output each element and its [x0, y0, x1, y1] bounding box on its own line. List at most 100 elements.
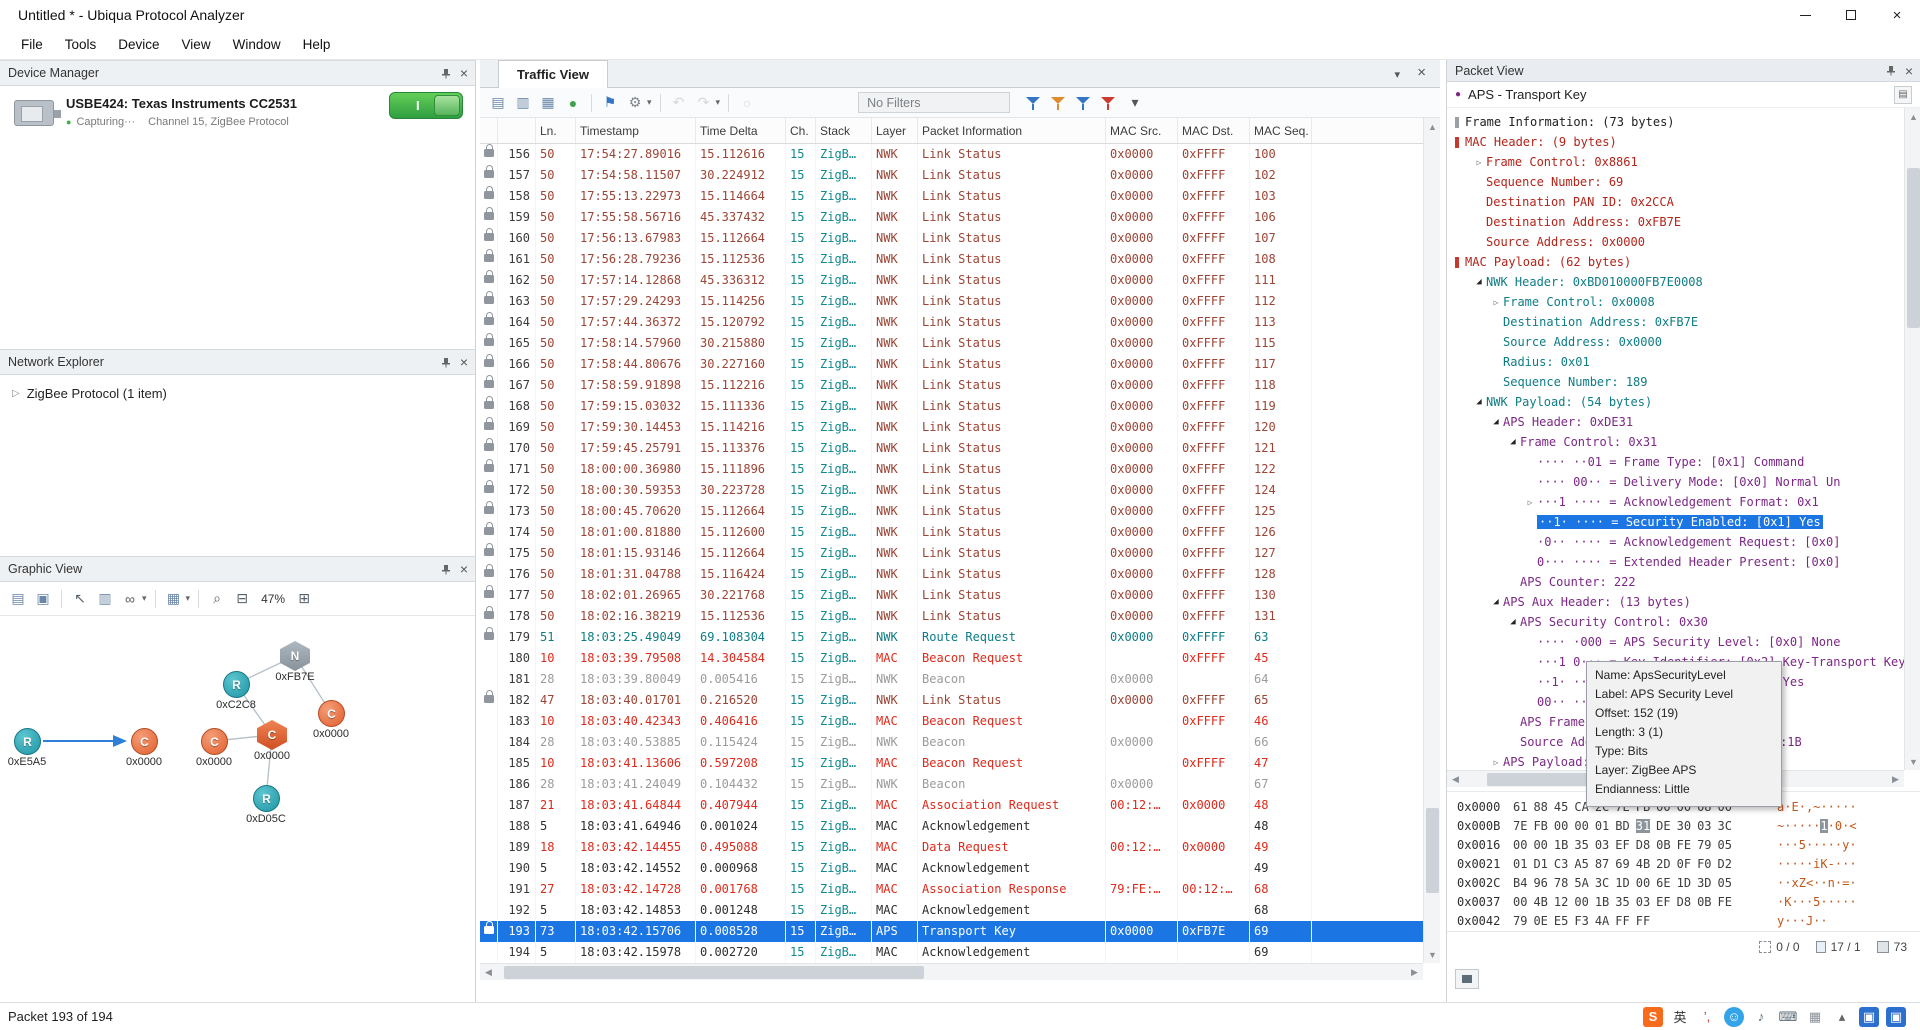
tree-node[interactable]: ···· ·000 = APS Security Level: [0x0] No…	[1447, 632, 1904, 652]
jump-forward-icon-dropdown[interactable]: ▾	[716, 97, 721, 108]
tree-expander-closed[interactable]: ▷	[1472, 158, 1486, 167]
graph-canvas[interactable]: N 0xFB7E R 0xC2C8 C 0x0000 R 0xE5A5 C 0x0000 C 0x00…	[0, 616, 474, 1001]
scroll-left-icon[interactable]: ◀	[480, 964, 497, 981]
packet-row-169[interactable]: 169 50 17:59:30.14453 15.114216 15 ZigB… NWK Li…	[480, 417, 1423, 438]
zoom-tool-icon[interactable]: ⌕	[207, 589, 227, 609]
ime-punctuation-icon[interactable]: ’,	[1697, 1007, 1717, 1027]
tree-expander-open[interactable]: ◢	[1506, 437, 1520, 447]
col-timestamp[interactable]: Timestamp	[576, 118, 696, 143]
tree-expander-closed[interactable]: ▷	[1489, 758, 1503, 767]
col-layer[interactable]: Layer	[872, 118, 918, 143]
ime-toolbox-icon[interactable]: ▦	[1805, 1007, 1825, 1027]
packet-row-173[interactable]: 173 50 18:00:45.70620 15.112664 15 ZigB… NWK Li…	[480, 501, 1423, 522]
packet-row-189[interactable]: 189 18 18:03:42.14455 0.495088 15 ZigB… MAC Dat…	[480, 837, 1423, 858]
tree-node[interactable]: Destination PAN ID: 0x2CCA	[1447, 192, 1904, 212]
tree-node[interactable]: MAC Header: (9 bytes)	[1447, 132, 1904, 152]
layout-icon-dropdown[interactable]: ▾	[186, 593, 191, 604]
close-panel-icon[interactable]: ×	[460, 355, 468, 369]
hex-row[interactable]: 0x0037 00 4B 12 00 1B 35 03 EF D8 0B FE ·K···5·····	[1457, 893, 1920, 912]
scrollbar-thumb[interactable]	[1426, 808, 1439, 893]
tab-traffic-view[interactable]: Traffic View	[498, 60, 609, 88]
col-ln[interactable]: Ln.	[536, 118, 576, 143]
tree-node[interactable]: Source Address: 0x0000	[1447, 232, 1904, 252]
node-r-0xE5A5[interactable]: R	[14, 728, 41, 755]
packet-row-177[interactable]: 177 50 18:02:01.26965 30.221768 15 ZigB… NWK Li…	[480, 585, 1423, 606]
minimize-button[interactable]	[1782, 0, 1828, 30]
packet-row-165[interactable]: 165 50 17:58:14.57960 30.215880 15 ZigB… NWK Li…	[480, 333, 1423, 354]
layout-icon[interactable]: ▦	[164, 589, 184, 609]
copy-packet-icon[interactable]: ▤	[1894, 85, 1912, 104]
statistics-icon[interactable]: ▥	[95, 589, 115, 609]
menu-tools[interactable]: Tools	[54, 32, 108, 57]
packet-list-icon[interactable]: ▥	[513, 93, 533, 113]
pin-icon[interactable]	[441, 357, 451, 368]
col-packet-information[interactable]: Packet Information	[918, 118, 1106, 143]
packet-row-162[interactable]: 162 50 17:57:14.12868 45.336312 15 ZigB… NWK Li…	[480, 270, 1423, 291]
packet-row-158[interactable]: 158 50 17:55:13.22973 15.114664 15 ZigB… NWK Li…	[480, 186, 1423, 207]
menu-view[interactable]: View	[171, 32, 222, 57]
packet-row-179[interactable]: 179 51 18:03:25.49049 69.108304 15 ZigB… NWK Ro…	[480, 627, 1423, 648]
close-document-icon[interactable]: ×	[1417, 64, 1426, 81]
tray-collapse-icon[interactable]: ▴	[1832, 1007, 1852, 1027]
packet-row-187[interactable]: 187 21 18:03:41.64844 0.407944 15 ZigB… MAC Ass…	[480, 795, 1423, 816]
capture-toggle[interactable]: I	[389, 92, 463, 119]
hex-row[interactable]: 0x002C B4 96 78 5A 3C 1D 00 6E 1D 3D 05 ··xZ<··n·=·	[1457, 874, 1920, 893]
filter-wizard-icon[interactable]: ⚑	[600, 93, 620, 113]
maximize-button[interactable]	[1828, 0, 1874, 30]
ime-language-icon[interactable]: 英	[1670, 1007, 1690, 1027]
live-capture-icon[interactable]: ●	[563, 93, 583, 113]
col-mac-src[interactable]: MAC Src.	[1106, 118, 1178, 143]
close-panel-icon[interactable]: ×	[460, 562, 468, 576]
tree-node[interactable]: ···· 00·· = Delivery Mode: [0x0] Normal …	[1447, 472, 1904, 492]
pin-icon[interactable]	[441, 564, 451, 575]
scroll-left-icon[interactable]: ◀	[1447, 771, 1464, 788]
menu-file[interactable]: File	[10, 32, 54, 57]
menu-device[interactable]: Device	[107, 32, 170, 57]
packet-row-188[interactable]: 188 5 18:03:41.64946 0.001024 15 ZigB… MAC Ackn…	[480, 816, 1423, 837]
node-c-0x0000[interactable]: C	[131, 728, 158, 755]
tree-item-zigbee-protocol[interactable]: ▷ ZigBee Protocol (1 item)	[0, 375, 475, 401]
menu-help[interactable]: Help	[292, 32, 342, 57]
scroll-down-icon[interactable]: ▼	[1424, 946, 1441, 963]
tree-node[interactable]: ▷ Frame Control: 0x0008	[1447, 292, 1904, 312]
tree-node[interactable]: ◢ Frame Control: 0x31	[1447, 432, 1904, 452]
scrollbar-thumb[interactable]	[1907, 168, 1920, 328]
node-r-0xC2C8[interactable]: R	[223, 671, 250, 698]
close-button[interactable]: ×	[1874, 0, 1920, 30]
packet-row-163[interactable]: 163 50 17:57:29.24293 15.114256 15 ZigB… NWK Li…	[480, 291, 1423, 312]
packet-row-166[interactable]: 166 50 17:58:44.80676 30.227160 15 ZigB… NWK Li…	[480, 354, 1423, 375]
tree-expander-closed[interactable]: ▷	[1489, 298, 1503, 307]
tree-node[interactable]: APS Counter: 222	[1447, 572, 1904, 592]
zoom-in-button[interactable]: ⊞	[294, 589, 314, 609]
packet-row-175[interactable]: 175 50 18:01:15.93146 15.112664 15 ZigB… NWK Li…	[480, 543, 1423, 564]
scroll-up-icon[interactable]: ▲	[1905, 108, 1920, 125]
hex-row[interactable]: 0x000B 7E FB 00 00 01 BD 31 DE 30 03 3C ~·····1·0·<	[1457, 817, 1920, 836]
scroll-right-icon[interactable]: ▶	[1406, 964, 1423, 981]
tree-vertical-scrollbar[interactable]: ▲ ▼	[1904, 108, 1920, 770]
ime-emoji-icon[interactable]: ☺	[1724, 1006, 1744, 1027]
tree-node[interactable]: ··1· ···· = Security Enabled: [0x1] Yes	[1447, 512, 1904, 532]
filter-list-dropdown-icon[interactable]: ▾	[1125, 93, 1145, 113]
packet-row-185[interactable]: 185 10 18:03:41.13606 0.597208 15 ZigB… MAC Bea…	[480, 753, 1423, 774]
packet-row-172[interactable]: 172 50 18:00:30.59353 30.223728 15 ZigB… NWK Li…	[480, 480, 1423, 501]
close-panel-icon[interactable]: ×	[460, 66, 468, 80]
packet-row-191[interactable]: 191 27 18:03:42.14728 0.001768 15 ZigB… MAC Ass…	[480, 879, 1423, 900]
node-n-0xFB7E[interactable]: N	[280, 641, 310, 671]
tree-node[interactable]: Sequence Number: 69	[1447, 172, 1904, 192]
tree-node[interactable]: ▷ Frame Control: 0x8861	[1447, 152, 1904, 172]
save-capture-icon[interactable]: ▤	[488, 93, 508, 113]
packet-row-183[interactable]: 183 10 18:03:40.42343 0.406416 15 ZigB… MAC Bea…	[480, 711, 1423, 732]
col-time-delta[interactable]: Time Delta	[696, 118, 786, 143]
tree-node[interactable]: ···· ··01 = Frame Type: [0x1] Command	[1447, 452, 1904, 472]
tree-node[interactable]: Destination Address: 0xFB7E	[1447, 212, 1904, 232]
filter-clear-icon[interactable]	[1100, 95, 1120, 111]
tree-node[interactable]: MAC Payload: (62 bytes)	[1447, 252, 1904, 272]
packet-row-184[interactable]: 184 28 18:03:40.53885 0.115424 15 ZigB… NWK Bea…	[480, 732, 1423, 753]
packet-row-167[interactable]: 167 50 17:58:59.91898 15.112216 15 ZigB… NWK Li…	[480, 375, 1423, 396]
layout-corner-button[interactable]	[1455, 969, 1479, 989]
traffic-vertical-scrollbar[interactable]: ▲ ▼	[1423, 118, 1440, 963]
tree-node[interactable]: Sequence Number: 189	[1447, 372, 1904, 392]
col-number[interactable]	[498, 118, 536, 143]
packet-row-181[interactable]: 181 28 18:03:39.80049 0.005416 15 ZigB… NWK Bea…	[480, 669, 1423, 690]
tree-node[interactable]: ◢ APS Security Control: 0x30	[1447, 612, 1904, 632]
